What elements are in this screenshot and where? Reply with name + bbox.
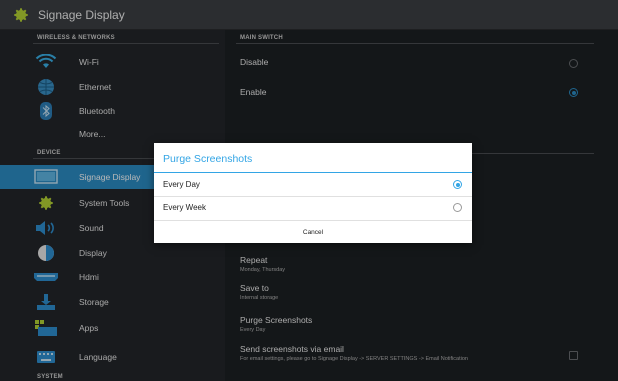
option-label: Every Day — [163, 180, 200, 189]
option-divider — [154, 220, 472, 221]
dialog-option-every-day[interactable]: Every Day — [154, 174, 472, 196]
dialog-title: Purge Screenshots — [163, 153, 253, 165]
dialog-option-every-week[interactable]: Every Week — [154, 197, 472, 219]
option-label: Every Week — [163, 203, 206, 212]
every-day-radio[interactable] — [453, 180, 462, 189]
every-week-radio[interactable] — [453, 203, 462, 212]
dialog-title-divider — [154, 172, 472, 173]
cancel-button[interactable]: Cancel — [154, 222, 472, 243]
purge-screenshots-dialog: Purge Screenshots Every Day Every Week C… — [154, 143, 472, 243]
